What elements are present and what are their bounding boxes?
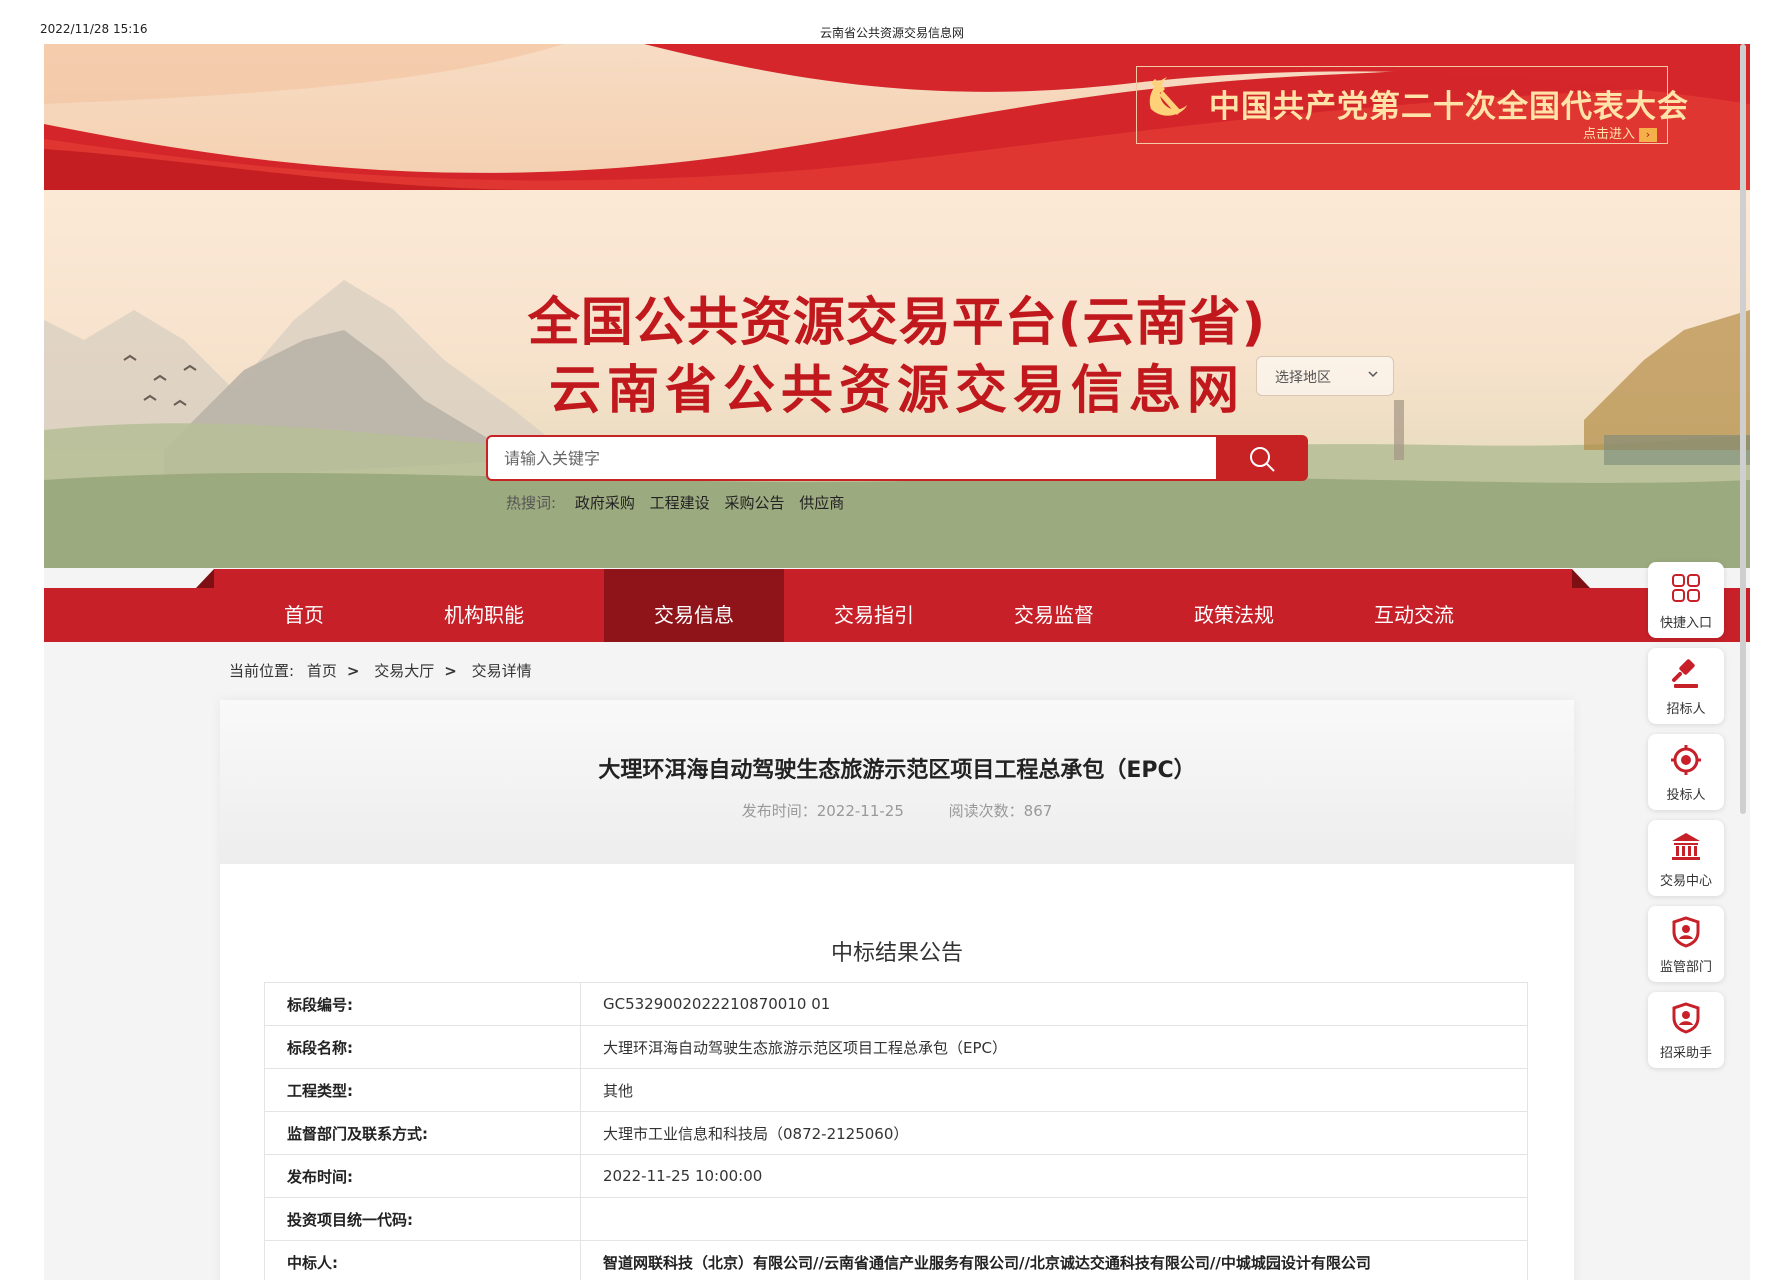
nav-item-trade-supervision[interactable]: 交易监督 (964, 569, 1144, 642)
breadcrumb-current: 交易详情 (471, 662, 532, 680)
chevron-down-icon (1368, 371, 1378, 378)
side-label: 快捷入口 (1659, 616, 1712, 631)
hot-keyword[interactable]: 供应商 (799, 494, 844, 512)
table-row: 标段编号: GC5329002022210870010 01 (264, 982, 1528, 1026)
field-value: 大理市工业信息和科技局（0872-2125060） (580, 1111, 1528, 1155)
field-label: 标段编号: (264, 982, 581, 1026)
side-procurement-assistant[interactable]: 招采助手 (1648, 992, 1724, 1068)
hot-keyword[interactable]: 工程建设 (650, 494, 710, 512)
field-label: 中标人: (264, 1240, 581, 1280)
congress-banner[interactable]: 中国共产党第二十次全国代表大会 点击进入 › (44, 44, 1750, 190)
field-label: 发布时间: (264, 1154, 581, 1198)
section-title: 中标结果公告 (830, 941, 963, 966)
bid-result-table: 标段编号: GC5329002022210870010 01 标段名称: 大理环洱海… (264, 982, 1528, 1280)
breadcrumb-home[interactable]: 首页 (307, 662, 337, 680)
congress-enter-link[interactable]: 点击进入 › (1583, 123, 1657, 142)
announcement-title: 大理环洱海自动驾驶生态旅游示范区项目工程总承包（EPC） (598, 758, 1196, 783)
search-button[interactable] (1216, 435, 1308, 481)
search-bar (486, 435, 1308, 481)
publish-time: 发布时间：2022-11-25 (741, 802, 904, 820)
side-regulator[interactable]: 监管部门 (1648, 906, 1724, 982)
announcement-card: 大理环洱海自动驾驶生态旅游示范区项目工程总承包（EPC） 发布时间：2022-1… (220, 700, 1574, 1280)
nav-item-trade-guide[interactable]: 交易指引 (784, 569, 964, 642)
grid-icon (1672, 574, 1700, 602)
nav-item-interaction[interactable]: 互动交流 (1324, 569, 1504, 642)
nav-ribbon-fold-right (1572, 569, 1590, 588)
hot-keyword[interactable]: 政府采购 (575, 494, 635, 512)
hot-keywords: 热搜词: 政府采购 工程建设 采购公告 供应商 (506, 492, 854, 513)
search-icon (1250, 447, 1275, 472)
site-title: 云南省公共资源交易信息网 (548, 361, 1245, 421)
congress-enter-label: 点击进入 (1582, 127, 1635, 142)
field-value: GC5329002022210870010 01 (580, 982, 1528, 1026)
nav-item-home[interactable]: 首页 (214, 569, 394, 642)
side-quick-entry[interactable]: 快捷入口 (1648, 562, 1724, 638)
field-value: 大理环洱海自动驾驶生态旅游示范区项目工程总承包（EPC） (580, 1025, 1528, 1069)
field-value (580, 1197, 1528, 1241)
field-value: 其他 (580, 1068, 1528, 1112)
side-label: 投标人 (1666, 788, 1706, 803)
side-bidder[interactable]: 投标人 (1648, 734, 1724, 810)
breadcrumb: 当前位置: 首页 > 交易大厅 > 交易详情 (229, 660, 540, 681)
field-label: 工程类型: (264, 1068, 581, 1112)
field-label: 投资项目统一代码: (264, 1197, 581, 1241)
breadcrumb-trade-hall[interactable]: 交易大厅 (374, 662, 434, 680)
breadcrumb-label: 当前位置: (229, 662, 295, 680)
field-value: 智道网联科技（北京）有限公司//云南省通信产业服务有限公司//北京诚达交通科技有… (580, 1240, 1528, 1280)
nav-ribbon-fold-left (196, 569, 214, 588)
table-row: 中标人: 智道网联科技（北京）有限公司//云南省通信产业服务有限公司//北京诚达交… (264, 1240, 1528, 1280)
hot-keywords-label: 热搜词: (506, 494, 557, 512)
side-trade-center[interactable]: 交易中心 (1648, 820, 1724, 896)
platform-title: 全国公共资源交易平台(云南省) (527, 293, 1267, 353)
breadcrumb-separator: > (346, 662, 360, 680)
nav-item-policy[interactable]: 政策法规 (1144, 569, 1324, 642)
field-label: 监督部门及联系方式: (264, 1111, 581, 1155)
breadcrumb-separator: > (444, 662, 457, 680)
field-label: 标段名称: (264, 1025, 581, 1069)
target-icon (1671, 745, 1701, 775)
announcement-meta: 发布时间：2022-11-25 阅读次数：867 (220, 800, 1574, 821)
print-page-title: 云南省公共资源交易信息网 (819, 26, 964, 40)
region-select[interactable]: 选择地区 (1256, 356, 1394, 396)
field-value: 2022-11-25 10:00:00 (580, 1154, 1528, 1198)
announcement-header: 大理环洱海自动驾驶生态旅游示范区项目工程总承包（EPC） 发布时间：2022-1… (220, 700, 1574, 864)
region-select-label: 选择地区 (1275, 370, 1331, 386)
site-header: 全国公共资源交易平台(云南省) 云南省公共资源交易信息网 (44, 190, 1750, 568)
scrollbar[interactable] (1740, 44, 1746, 814)
shield-user-icon (1672, 1002, 1700, 1034)
congress-title: 中国共产党第二十次全国代表大会 (1209, 89, 1689, 125)
shield-user-icon (1672, 916, 1700, 948)
nav-item-trade-info[interactable]: 交易信息 (604, 569, 784, 642)
print-header: 2022/11/28 15:16 云南省公共资源交易信息网 (0, 0, 1784, 44)
side-label: 招标人 (1666, 702, 1706, 717)
side-label: 交易中心 (1659, 874, 1712, 889)
page: 中国共产党第二十次全国代表大会 点击进入 › 全国公共资源交易平台(云南省) 云南… (44, 44, 1750, 1280)
table-row: 投资项目统一代码: (264, 1197, 1528, 1241)
bank-icon (1672, 833, 1700, 860)
table-row: 监督部门及联系方式: 大理市工业信息和科技局（0872-2125060） (264, 1111, 1528, 1155)
nav-item-institution[interactable]: 机构职能 (394, 569, 574, 642)
gavel-icon (1672, 659, 1698, 688)
side-label: 招采助手 (1659, 1046, 1712, 1061)
congress-entry-box[interactable]: 中国共产党第二十次全国代表大会 点击进入 › (1136, 66, 1688, 144)
table-row: 标段名称: 大理环洱海自动驾驶生态旅游示范区项目工程总承包（EPC） (264, 1025, 1528, 1069)
side-label: 监管部门 (1659, 960, 1712, 975)
scrollbar-thumb[interactable] (1740, 44, 1746, 814)
party-emblem-icon (1149, 77, 1187, 116)
side-tenderer[interactable]: 招标人 (1648, 648, 1724, 724)
read-count: 阅读次数：867 (948, 802, 1053, 820)
search-input[interactable] (486, 435, 1216, 481)
arrow-right-icon: › (1639, 127, 1657, 142)
table-row: 发布时间: 2022-11-25 10:00:00 (264, 1154, 1528, 1198)
table-row: 工程类型: 其他 (264, 1068, 1528, 1112)
hot-keyword[interactable]: 采购公告 (724, 494, 784, 512)
